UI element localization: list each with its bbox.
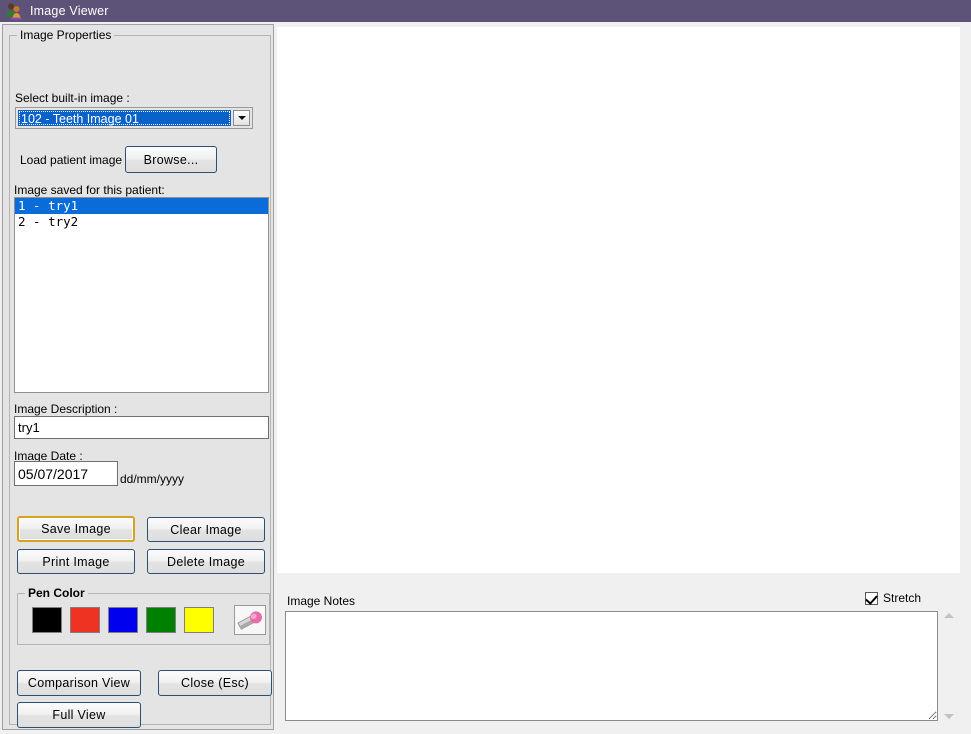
list-item[interactable]: 1 - try1 bbox=[15, 198, 268, 214]
chevron-down-icon[interactable] bbox=[233, 110, 250, 126]
browse-button[interactable]: Browse... bbox=[125, 146, 217, 173]
clear-image-button[interactable]: Clear Image bbox=[147, 517, 265, 542]
comparison-view-button-label: Comparison View bbox=[27, 676, 131, 690]
checkmark-icon bbox=[865, 591, 878, 605]
image-canvas[interactable] bbox=[277, 27, 960, 573]
saved-images-label: Image saved for this patient: bbox=[14, 183, 165, 197]
window-titlebar: Image Viewer bbox=[0, 0, 971, 22]
pen-color-blue[interactable] bbox=[108, 607, 138, 633]
full-view-button-label: Full View bbox=[52, 708, 106, 722]
pen-color-red[interactable] bbox=[70, 607, 100, 633]
builtin-image-combo[interactable]: 102 - Teeth Image 01 bbox=[15, 107, 253, 129]
eraser-icon[interactable] bbox=[234, 605, 266, 635]
saved-images-listbox[interactable]: 1 - try1 2 - try2 bbox=[14, 197, 269, 393]
scroll-up-arrow-icon[interactable] bbox=[944, 613, 954, 618]
pen-color-yellow[interactable] bbox=[184, 607, 214, 633]
clear-image-button-label: Clear Image bbox=[170, 522, 242, 537]
save-image-button-label: Save Image bbox=[41, 522, 111, 536]
image-notes-label: Image Notes bbox=[287, 594, 356, 608]
list-item[interactable]: 2 - try2 bbox=[15, 214, 268, 230]
image-notes-scrollbar[interactable] bbox=[942, 611, 956, 721]
load-patient-image-label: Load patient image : bbox=[20, 153, 129, 167]
browse-button-label: Browse... bbox=[143, 152, 199, 167]
stretch-checkbox-group[interactable]: Stretch bbox=[865, 591, 921, 605]
date-format-hint: dd/mm/yyyy bbox=[120, 472, 185, 486]
pen-color-legend: Pen Color bbox=[25, 586, 88, 600]
comparison-view-button[interactable]: Comparison View bbox=[17, 670, 141, 696]
image-description-input[interactable] bbox=[14, 416, 269, 439]
image-date-input[interactable] bbox=[14, 461, 118, 486]
patients-icon bbox=[5, 2, 23, 20]
save-image-button[interactable]: Save Image bbox=[17, 516, 135, 542]
scroll-down-arrow-icon[interactable] bbox=[944, 714, 954, 719]
close-button-label: Close (Esc) bbox=[181, 676, 249, 690]
full-view-button[interactable]: Full View bbox=[17, 702, 141, 728]
left-properties-panel: Image Properties Select built-in image :… bbox=[2, 24, 274, 730]
close-button[interactable]: Close (Esc) bbox=[158, 670, 272, 696]
pen-color-green[interactable] bbox=[146, 607, 176, 633]
delete-image-button[interactable]: Delete Image bbox=[147, 549, 265, 574]
delete-image-button-label: Delete Image bbox=[167, 554, 245, 569]
pen-color-black[interactable] bbox=[32, 607, 62, 633]
print-image-button[interactable]: Print Image bbox=[17, 549, 135, 574]
image-properties-legend: Image Properties bbox=[17, 28, 115, 42]
builtin-image-combo-value: 102 - Teeth Image 01 bbox=[18, 110, 231, 126]
stretch-checkbox-label: Stretch bbox=[883, 591, 922, 605]
image-description-label: Image Description : bbox=[14, 402, 118, 416]
print-image-button-label: Print Image bbox=[42, 554, 110, 569]
image-viewer-window: Image Viewer Image Properties Select bui… bbox=[0, 0, 971, 734]
stretch-checkbox[interactable] bbox=[865, 591, 878, 605]
window-title: Image Viewer bbox=[30, 4, 109, 18]
builtin-image-label: Select built-in image : bbox=[15, 91, 130, 105]
image-notes-textarea[interactable] bbox=[285, 611, 938, 721]
